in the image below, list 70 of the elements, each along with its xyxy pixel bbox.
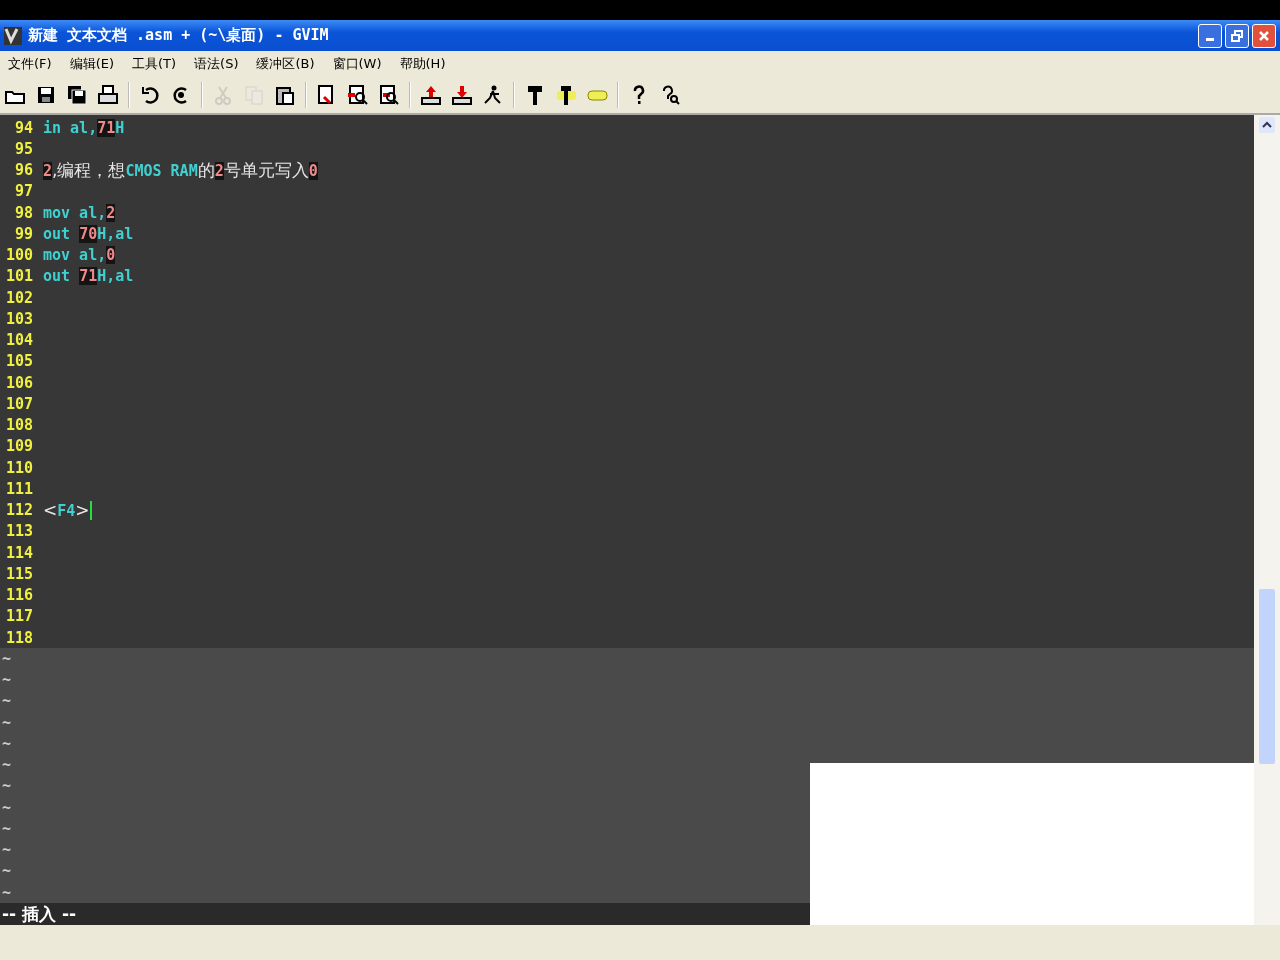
upload-icon[interactable] [420,84,442,106]
restore-icon [1231,29,1243,42]
line-number: 99 [13,224,33,243]
menu-item[interactable]: 语法(S) [194,55,239,73]
close-icon [1258,29,1270,42]
code-line: mov al,2 [43,203,116,222]
undo-icon[interactable] [139,84,161,106]
line-number: 114 [4,543,33,562]
empty-line-marker: ~ [1,692,12,711]
clipboard-icon[interactable] [274,84,296,106]
code-line: mov al,0 [43,246,116,265]
empty-line-marker: ~ [1,883,12,902]
menu-item[interactable]: 缓冲区(B) [256,55,315,73]
code-line: 2,编程，想CMOS RAM的2号单元写入0 [43,158,318,182]
line-number: 113 [4,522,33,541]
minimize-button[interactable] [1198,23,1222,48]
line-number: 105 [4,352,33,371]
line-number: 111 [4,479,33,498]
find-next-icon[interactable] [347,84,369,106]
empty-line-marker: ~ [1,671,12,690]
empty-line-marker: ~ [1,819,12,838]
download-icon[interactable] [451,84,473,106]
line-number: 115 [4,564,33,583]
code-line: out 70H,al [43,224,134,243]
menu-item[interactable]: 编辑(E) [69,55,114,73]
empty-line-marker: ~ [1,777,12,796]
empty-line-marker: ~ [1,649,12,668]
line-number: 104 [4,331,33,350]
menu-item[interactable]: 文件(F) [8,55,52,73]
line-number: 109 [4,437,33,456]
empty-line-marker: ~ [1,713,12,732]
empty-line-marker: ~ [1,798,12,817]
line-number: 101 [4,267,33,286]
minimize-icon [1206,38,1214,41]
printer-icon[interactable] [97,84,119,106]
floppy-disks-icon[interactable] [66,84,88,106]
line-number: 96 [13,161,33,180]
code-line: out 71H,al [43,267,134,286]
vim-app-icon [4,26,22,45]
vertical-scrollbar[interactable] [1254,115,1280,925]
line-number: 118 [4,628,33,647]
line-number: 108 [4,416,33,435]
code-line: <F4> [43,500,90,521]
code-line: in al,71H [43,118,125,137]
line-number: 117 [4,607,33,626]
restore-button[interactable] [1225,23,1249,48]
line-number: 107 [4,394,33,413]
menu-item[interactable]: 窗口(W) [332,55,382,73]
line-number: 106 [4,373,33,392]
close-button[interactable] [1252,23,1276,48]
empty-line-marker: ~ [1,734,12,753]
empty-line-marker: ~ [1,756,12,775]
line-number: 95 [13,139,33,158]
line-number: 100 [4,246,33,265]
find-previous-icon[interactable] [378,84,400,106]
window-title: 新建 文本文档 .asm + (~\桌面) - GVIM [28,26,329,45]
line-number: 103 [4,309,33,328]
empty-line-marker: ~ [1,862,12,881]
mode-indicator: -- 插入 -- [1,902,77,926]
line-number: 98 [13,203,33,222]
scrollbar-thumb[interactable] [1259,589,1275,764]
line-number: 112 [4,501,33,520]
menu-item[interactable]: 工具(T) [132,55,177,73]
line-number: 102 [4,288,33,307]
line-number: 110 [4,458,33,477]
line-number: 97 [13,182,33,201]
empty-line-marker: ~ [1,841,12,860]
menu-item[interactable]: 帮助(H) [399,55,446,73]
line-number: 94 [13,118,33,137]
line-number: 116 [4,586,33,605]
